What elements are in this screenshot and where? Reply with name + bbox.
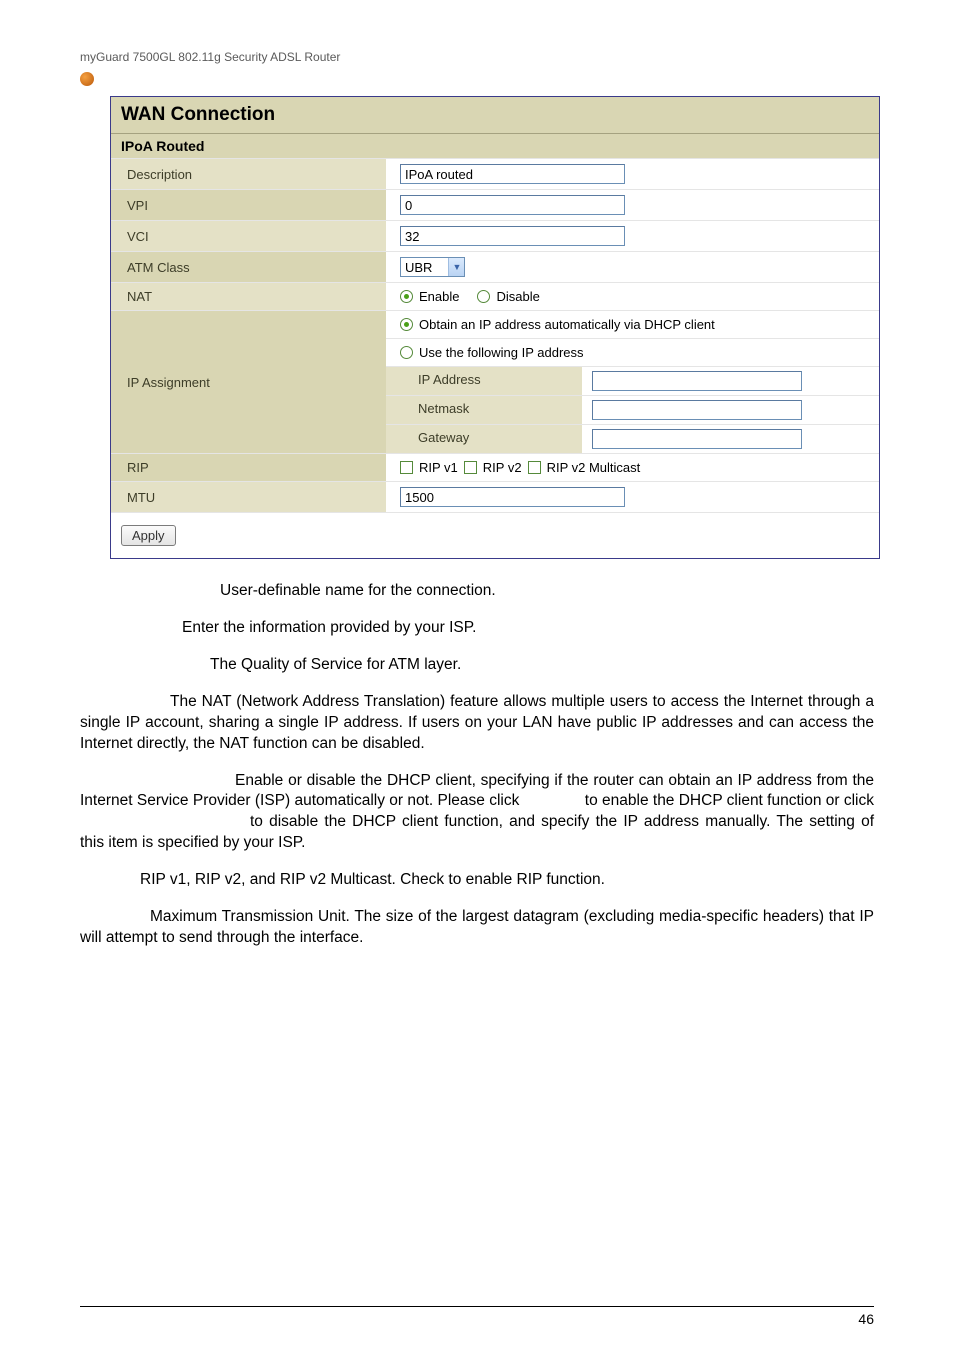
mtu-input[interactable] [400, 487, 625, 507]
nat-disable-label: Disable [496, 289, 539, 304]
ip-manual-radio[interactable] [400, 346, 413, 359]
config-panel: WAN Connection IPoA Routed Description V… [110, 96, 880, 559]
ip-auto-radio[interactable] [400, 318, 413, 331]
p-nat: The NAT (Network Address Translation) fe… [80, 692, 874, 755]
bullet-icon [80, 72, 94, 86]
label-atm-class: ATM Class [111, 252, 386, 282]
doc-header: myGuard 7500GL 802.11g Security ADSL Rou… [80, 50, 874, 64]
label-ip-address: IP Address [386, 367, 582, 395]
chevron-down-icon: ▼ [448, 258, 464, 276]
nat-enable-label: Enable [419, 289, 459, 304]
label-gateway: Gateway [386, 425, 582, 453]
p-description: User-definable name for the connection. [80, 581, 874, 602]
nat-disable-radio[interactable] [477, 290, 490, 303]
p-mtu: Maximum Transmission Unit. The size of t… [80, 907, 874, 949]
description-input[interactable] [400, 164, 625, 184]
apply-button[interactable]: Apply [121, 525, 176, 546]
nat-enable-radio[interactable] [400, 290, 413, 303]
label-rip: RIP [111, 454, 386, 481]
ip-address-input[interactable] [592, 371, 802, 391]
ip-auto-label: Obtain an IP address automatically via D… [419, 317, 715, 332]
label-mtu: MTU [111, 482, 386, 512]
rip-v1-checkbox[interactable] [400, 461, 413, 474]
p-atm: The Quality of Service for ATM layer. [80, 655, 874, 676]
label-netmask: Netmask [386, 396, 582, 424]
atm-class-select[interactable]: UBR ▼ [400, 257, 465, 277]
p-rip: RIP v1, RIP v2, and RIP v2 Multicast. Ch… [80, 870, 874, 891]
page-number: 46 [858, 1311, 874, 1327]
vci-input[interactable] [400, 226, 625, 246]
label-description: Description [111, 159, 386, 189]
panel-subtitle: IPoA Routed [111, 133, 879, 158]
body-text: User-definable name for the connection. … [80, 581, 874, 949]
label-nat: NAT [111, 283, 386, 310]
vpi-input[interactable] [400, 195, 625, 215]
panel-title: WAN Connection [111, 97, 879, 133]
p-vpivci: Enter the information provided by your I… [80, 618, 874, 639]
ip-manual-label: Use the following IP address [419, 345, 584, 360]
label-vpi: VPI [111, 190, 386, 220]
rip-v1-label: RIP v1 [419, 460, 458, 475]
atm-class-value: UBR [401, 260, 448, 275]
rip-v2m-checkbox[interactable] [528, 461, 541, 474]
label-ip-assignment: IP Assignment [111, 311, 386, 453]
footer-rule [80, 1306, 874, 1307]
rip-v2-checkbox[interactable] [464, 461, 477, 474]
rip-v2-label: RIP v2 [483, 460, 522, 475]
rip-v2m-label: RIP v2 Multicast [547, 460, 641, 475]
gateway-input[interactable] [592, 429, 802, 449]
netmask-input[interactable] [592, 400, 802, 420]
p-dhcp: Enable or disable the DHCP client, speci… [80, 771, 874, 855]
label-vci: VCI [111, 221, 386, 251]
